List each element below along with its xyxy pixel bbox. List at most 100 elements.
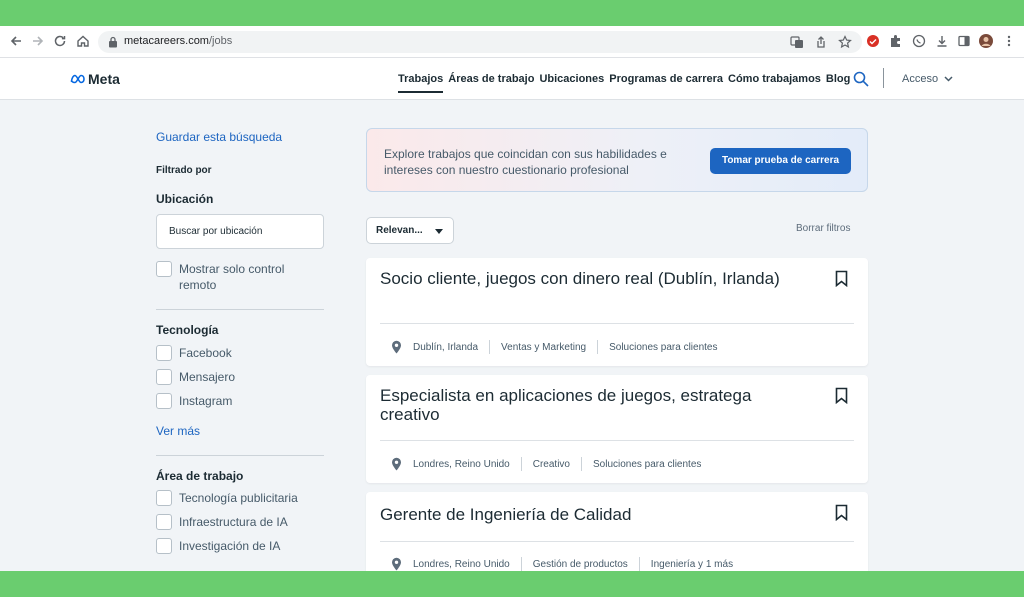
more-menu-icon[interactable] <box>1002 34 1016 48</box>
job-title[interactable]: Gerente de Ingeniería de Calidad <box>380 505 800 524</box>
reload-icon[interactable] <box>52 33 68 49</box>
banner-text: Explore trabajos que coincidan con sus h… <box>384 147 667 177</box>
home-icon[interactable] <box>75 33 91 49</box>
investigacion-ia-checkbox[interactable] <box>156 538 172 554</box>
job-title[interactable]: Especialista en aplicaciones de juegos, … <box>380 386 800 424</box>
browser-toolbar: metacareers.com/jobs <box>0 26 1024 58</box>
job-card[interactable]: Especialista en aplicaciones de juegos, … <box>366 375 868 483</box>
nav-trabajos[interactable]: Trabajos <box>398 73 444 93</box>
section-divider <box>156 309 324 310</box>
section-divider <box>156 455 324 456</box>
login-label: Acceso <box>902 73 939 85</box>
profile-avatar[interactable] <box>979 34 993 48</box>
remote-only-label: Mostrar solo control remoto <box>179 262 285 292</box>
facebook-label: Facebook <box>179 346 232 360</box>
infraestructura-ia-label: Infraestructura de IA <box>179 515 288 529</box>
job-sub-team: Soluciones para clientes <box>592 458 702 470</box>
work-area-section-title: Área de trabajo <box>156 469 244 483</box>
filter-facebook[interactable]: Facebook <box>156 345 232 361</box>
url-text: metacareers.com/jobs <box>124 35 232 47</box>
location-search-input[interactable] <box>156 214 324 249</box>
download-icon[interactable] <box>935 34 949 48</box>
remote-only-checkbox[interactable] <box>156 261 172 277</box>
share-icon[interactable] <box>814 35 828 49</box>
meta-separator <box>520 457 522 471</box>
login-menu[interactable]: Acceso <box>902 73 953 85</box>
location-section-title: Ubicación <box>156 192 214 206</box>
nav-como-trabajamos[interactable]: Cómo trabajamos <box>728 73 821 93</box>
main-nav: Trabajos Áreas de trabajo Ubicaciones Pr… <box>398 73 850 93</box>
bookmark-icon[interactable] <box>835 387 848 404</box>
technology-section-title: Tecnología <box>156 323 219 337</box>
puzzle-extensions-icon[interactable] <box>889 34 903 48</box>
infraestructura-ia-checkbox[interactable] <box>156 514 172 530</box>
meta-separator <box>638 557 640 571</box>
forward-arrow-icon[interactable] <box>30 33 46 49</box>
filter-tecnologia-publicitaria[interactable]: Tecnología publicitaria <box>156 490 298 506</box>
tecnologia-publicitaria-checkbox[interactable] <box>156 490 172 506</box>
job-title[interactable]: Socio cliente, juegos con dinero real (D… <box>380 269 800 288</box>
url-path: /jobs <box>208 35 233 47</box>
job-meta: Londres, Reino Unido Creativo Soluciones… <box>391 457 701 471</box>
instagram-checkbox[interactable] <box>156 393 172 409</box>
tecnologia-publicitaria-label: Tecnología publicitaria <box>179 491 298 505</box>
sort-dropdown[interactable]: Relevan... <box>366 217 454 244</box>
career-quiz-banner: Explore trabajos que coincidan con sus h… <box>366 128 868 192</box>
facebook-checkbox[interactable] <box>156 345 172 361</box>
search-icon[interactable] <box>853 71 869 87</box>
sort-selected-value: Relevan... <box>376 225 423 236</box>
extension-red-icon[interactable] <box>866 34 880 48</box>
card-divider <box>380 541 854 542</box>
card-divider <box>380 440 854 441</box>
job-card[interactable]: Gerente de Ingeniería de Calidad Londres… <box>366 492 868 571</box>
location-pin-icon <box>392 340 401 354</box>
filtered-by-label: Filtrado por <box>156 165 212 176</box>
sidebar-panel-icon[interactable] <box>957 34 971 48</box>
address-bar[interactable]: metacareers.com/jobs <box>98 31 862 53</box>
bookmark-icon[interactable] <box>835 504 848 521</box>
site-header: Meta Trabajos Áreas de trabajo Ubicacion… <box>0 58 1024 100</box>
job-location: Londres, Reino Unido <box>413 458 510 470</box>
meta-separator <box>597 340 599 354</box>
nav-areas-de-trabajo[interactable]: Áreas de trabajo <box>448 73 534 93</box>
nav-blog[interactable]: Blog <box>826 73 850 93</box>
meta-separator <box>580 457 582 471</box>
job-sub-team: Soluciones para clientes <box>609 341 718 353</box>
card-divider <box>380 323 854 324</box>
location-pin-icon <box>392 557 401 571</box>
job-location: Londres, Reino Unido <box>413 558 510 570</box>
filter-mensajero[interactable]: Mensajero <box>156 369 235 385</box>
mensajero-checkbox[interactable] <box>156 369 172 385</box>
take-career-quiz-button[interactable]: Tomar prueba de carrera <box>710 148 851 174</box>
nav-ubicaciones[interactable]: Ubicaciones <box>539 73 604 93</box>
meta-logo-text: Meta <box>88 71 120 87</box>
clear-filters-link[interactable]: Borrar filtros <box>796 223 850 234</box>
job-card[interactable]: Socio cliente, juegos con dinero real (D… <box>366 258 868 366</box>
filter-investigacion-ia[interactable]: Investigación de IA <box>156 538 280 554</box>
meta-separator <box>489 340 491 354</box>
see-more-technology-link[interactable]: Ver más <box>156 424 200 438</box>
browser-window: metacareers.com/jobs Meta Trabajos Áreas… <box>0 26 1024 571</box>
star-bookmark-icon[interactable] <box>838 35 852 49</box>
filter-infraestructura-ia[interactable]: Infraestructura de IA <box>156 514 288 530</box>
chevron-down-icon <box>944 76 953 82</box>
location-pin-icon <box>392 457 401 471</box>
job-meta: Dublín, Irlanda Ventas y Marketing Soluc… <box>391 340 718 354</box>
meta-separator <box>520 557 522 571</box>
meta-infinity-icon <box>70 74 85 84</box>
nav-programas-de-carrera[interactable]: Programas de carrera <box>609 73 723 93</box>
investigacion-ia-label: Investigación de IA <box>179 539 281 553</box>
translate-icon[interactable] <box>790 35 804 49</box>
remote-only-filter[interactable]: Mostrar solo control remoto <box>156 261 306 293</box>
meta-logo[interactable]: Meta <box>70 71 120 87</box>
url-host: metacareers.com <box>124 35 209 47</box>
lock-icon <box>109 36 117 48</box>
save-search-link[interactable]: Guardar esta búsqueda <box>156 130 282 144</box>
job-location: Dublín, Irlanda <box>413 341 479 353</box>
job-team: Ventas y Marketing <box>501 341 587 353</box>
back-arrow-icon[interactable] <box>8 33 24 49</box>
filter-instagram[interactable]: Instagram <box>156 393 232 409</box>
whatsapp-extension-icon[interactable] <box>912 34 926 48</box>
job-team: Gestión de productos <box>532 558 628 570</box>
bookmark-icon[interactable] <box>835 270 848 287</box>
